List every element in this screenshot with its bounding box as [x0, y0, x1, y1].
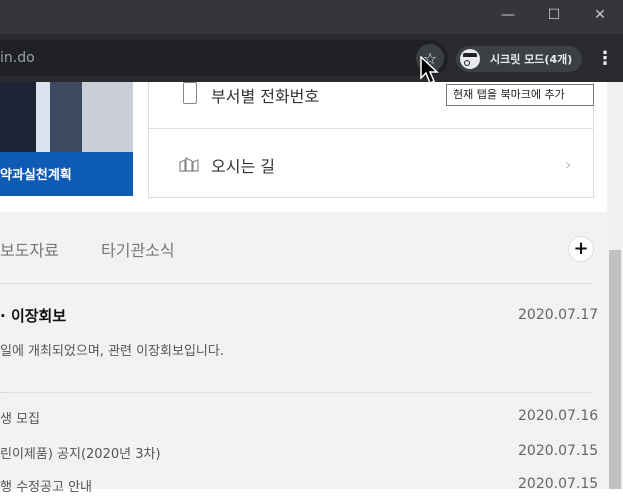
dotted-divider [0, 392, 592, 393]
minimize-button[interactable]: — [485, 0, 531, 30]
more-news-button[interactable]: + [568, 236, 594, 262]
incognito-icon [460, 49, 480, 69]
page-scrollbar[interactable] [607, 82, 623, 489]
list-item[interactable]: 생 모집 2020.07.16 [0, 408, 598, 428]
news-date: 2020.07.16 [518, 408, 599, 424]
photo-shirt [36, 82, 50, 152]
promo-banner-text: 약과실천계획 [0, 168, 72, 183]
featured-news-title[interactable]: · 이장회보 [0, 305, 66, 326]
section-divider [0, 283, 592, 284]
featured-title-text: 이장회보 [10, 307, 67, 325]
bookmark-tooltip: 현재 탭을 북마크에 추가 [446, 84, 594, 106]
photo-suit [0, 82, 36, 152]
scrollbar-thumb[interactable] [609, 250, 621, 489]
tab-press-release[interactable]: 보도자료 [0, 237, 59, 261]
browser-toolbar: in.do ☆ 시크릿 모드(4개) ⋮ [0, 34, 623, 82]
featured-news-date: 2020.07.17 [518, 307, 599, 323]
address-url[interactable]: in.do [0, 50, 35, 66]
quick-link-label: 부서별 전화번호 [211, 87, 320, 106]
incognito-label: 시크릿 모드(4개) [490, 53, 573, 66]
chevron-right-icon: › [565, 155, 572, 174]
browser-title-bar: — ☐ ✕ [0, 0, 623, 34]
quick-link-label: 오시는 길 [211, 157, 275, 176]
list-item[interactable]: 행 수정공고 안내 2020.07.15 [0, 476, 598, 496]
news-title: 생 모집 [0, 412, 41, 427]
news-title: 린이제품) 공지(2020년 3차) [0, 447, 161, 462]
address-bar[interactable]: in.do ☆ [0, 40, 448, 76]
tab-other-agencies[interactable]: 타기관소식 [101, 237, 175, 261]
promo-banner[interactable]: 약과실천계획 [0, 152, 133, 196]
close-button[interactable]: ✕ [577, 0, 623, 30]
list-item[interactable]: 린이제품) 공지(2020년 3차) 2020.07.15 [0, 443, 598, 463]
photo-background [82, 82, 133, 152]
phone-icon [183, 82, 197, 104]
page-content: 약과실천계획 부서별 전화번호 오시는 길 › 보도자료 타기관소식 + · 이… [0, 82, 607, 495]
promo-photo[interactable] [0, 82, 133, 152]
news-date: 2020.07.15 [518, 443, 599, 459]
maximize-button[interactable]: ☐ [531, 0, 577, 30]
news-date: 2020.07.15 [518, 476, 599, 492]
map-icon [179, 157, 199, 172]
title-bullet: · [0, 307, 6, 325]
incognito-profile-button[interactable]: 시크릿 모드(4개) [456, 46, 582, 72]
news-title: 행 수정공고 안내 [0, 480, 92, 495]
featured-news-desc: 일에 개최되었으며, 관련 이장회보입니다. [0, 344, 224, 359]
mouse-cursor-icon [420, 56, 439, 85]
quick-link-directions[interactable]: 오시는 길 › [149, 128, 593, 198]
browser-menu-button[interactable]: ⋮ [596, 46, 614, 72]
news-tabs: 보도자료 타기관소식 [0, 237, 607, 261]
